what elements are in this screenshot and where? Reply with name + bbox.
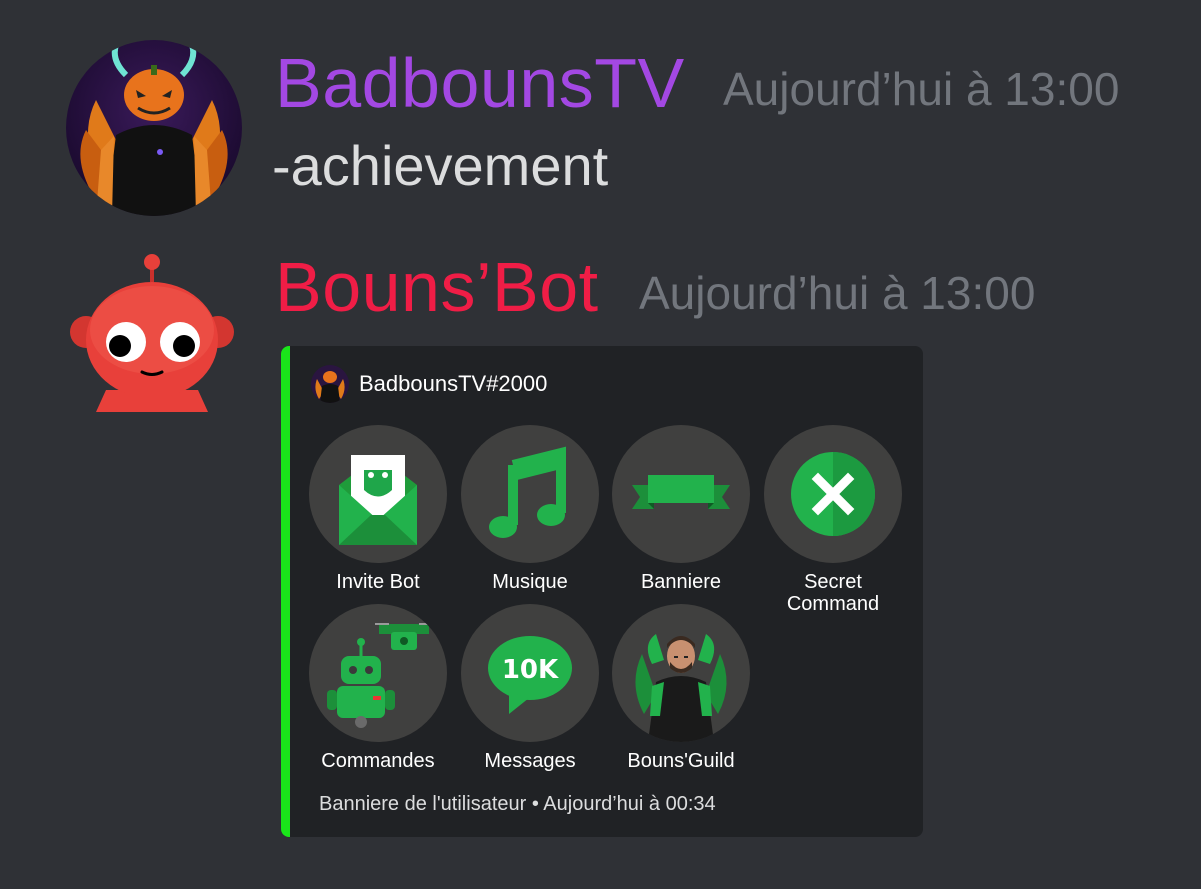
grid-item-label: Musique [492,571,568,593]
grid-item-bouns-guild[interactable]: Bouns'Guild [601,604,761,772]
grid-item-secret-command[interactable]: Secret Command [753,425,913,615]
embed-card: BadbounsTV#2000 Invite Bot Musique Banni… [281,346,923,837]
guild-avatar-icon [612,604,750,742]
speech-bubble-10k-icon: 10K [461,604,599,742]
close-circle-icon [764,425,902,563]
bot-avatar[interactable] [66,250,242,426]
user-avatar[interactable] [66,40,242,216]
envelope-invite-icon [309,425,447,563]
grid-item-label: Secret Command [786,571,880,615]
message-content: -achievement [272,134,609,197]
grid-item-label: Commandes [321,750,435,772]
message-badbounstv: BadbounsTV Aujourd’hui à 13:00 -achievem… [0,0,1201,230]
grid-item-label: Banniere [640,571,722,593]
grid-item-label: Bouns'Guild [627,750,735,772]
grid-item-commandes[interactable]: Commandes [298,604,458,772]
grid-item-label: Messages [484,750,576,772]
embed-author[interactable]: BadbounsTV#2000 [311,364,547,404]
message-timestamp: Aujourd’hui à 13:00 [723,63,1120,115]
username[interactable]: BadbounsTV [275,48,685,118]
bot-username[interactable]: Bouns’Bot [275,252,599,322]
embed-accent-bar [281,346,290,837]
grid-item-messages[interactable]: 10K Messages [450,604,610,772]
embed-author-name: BadbounsTV#2000 [359,371,548,396]
banner-ribbon-icon [612,425,750,563]
grid-item-invite-bot[interactable]: Invite Bot [298,425,458,593]
message-timestamp: Aujourd’hui à 13:00 [639,267,1036,319]
grid-item-label: Invite Bot [336,571,420,593]
author-avatar [311,365,349,403]
bubble-badge-text: 10K [502,655,559,685]
music-note-icon [461,425,599,563]
robot-drone-icon [309,604,447,742]
grid-item-musique[interactable]: Musique [450,425,610,593]
embed-footer: Banniere de l'utilisateur • Aujourd’hui … [319,793,716,815]
grid-item-banniere[interactable]: Banniere [601,425,761,593]
